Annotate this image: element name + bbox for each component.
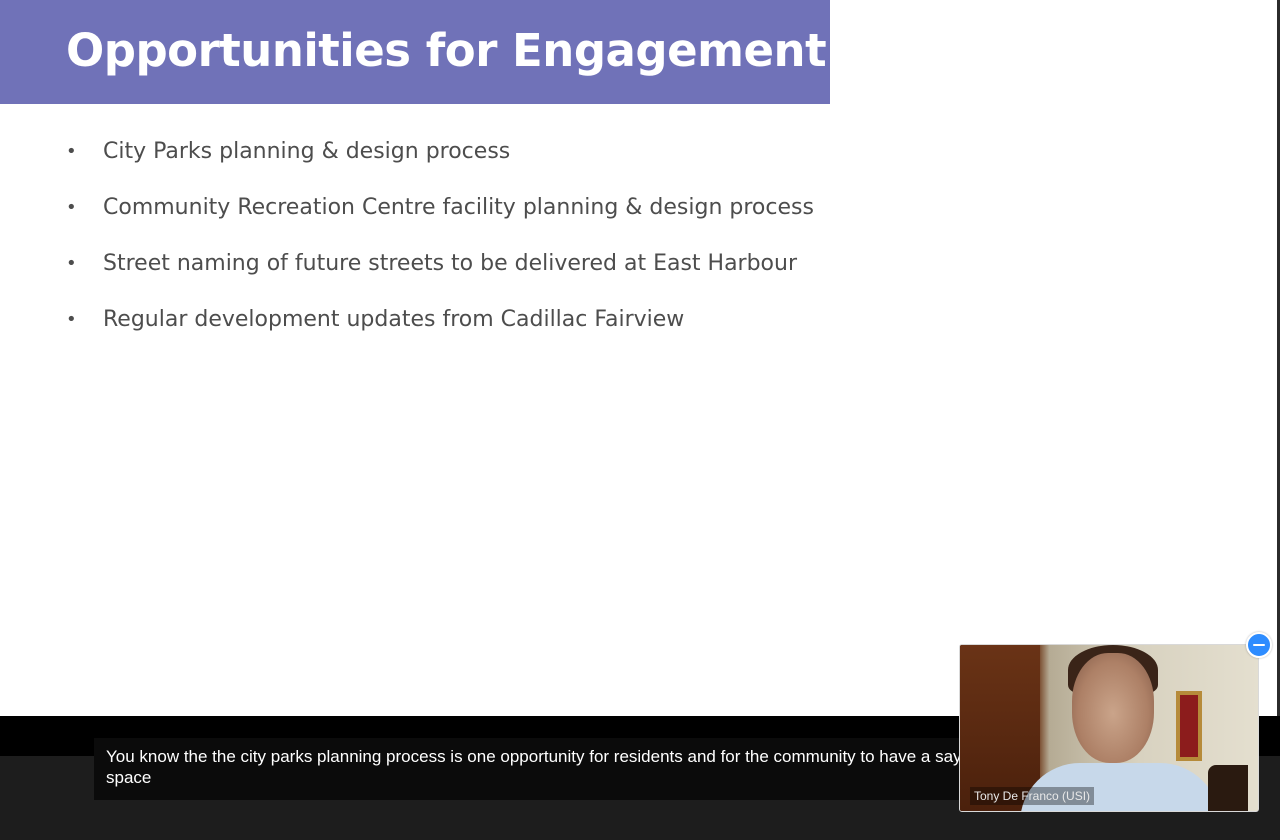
- bullet-item: • City Parks planning & design process: [66, 138, 814, 194]
- minus-circle-icon: [1253, 644, 1265, 646]
- bullet-glyph: •: [66, 197, 77, 218]
- bullet-text: Regular development updates from Cadilla…: [103, 307, 685, 332]
- video-person-face: [1072, 653, 1154, 763]
- video-picture-frame: [1176, 691, 1202, 761]
- bullet-item: • Street naming of future streets to be …: [66, 250, 814, 306]
- bullet-glyph: •: [66, 309, 77, 330]
- title-banner: Opportunities for Engagement: [0, 0, 830, 104]
- bullet-glyph: •: [66, 141, 77, 162]
- bullet-glyph: •: [66, 253, 77, 274]
- shared-slide: Opportunities for Engagement • City Park…: [0, 0, 1280, 716]
- bullet-text: Community Recreation Centre facility pla…: [103, 195, 814, 220]
- video-chair: [1208, 765, 1248, 811]
- bullet-item: • Community Recreation Centre facility p…: [66, 194, 814, 250]
- participant-video-tile[interactable]: Tony De Franco (USI): [959, 644, 1259, 812]
- bullet-text: Street naming of future streets to be de…: [103, 251, 798, 276]
- participant-name-label: Tony De Franco (USI): [970, 787, 1095, 805]
- bullet-list: • City Parks planning & design process •…: [66, 138, 814, 362]
- bullet-text: City Parks planning & design process: [103, 139, 511, 164]
- slide-title: Opportunities for Engagement: [66, 24, 827, 77]
- bullet-item: • Regular development updates from Cadil…: [66, 306, 814, 362]
- meeting-stage: Opportunities for Engagement • City Park…: [0, 0, 1280, 840]
- minimize-video-button[interactable]: [1246, 632, 1272, 658]
